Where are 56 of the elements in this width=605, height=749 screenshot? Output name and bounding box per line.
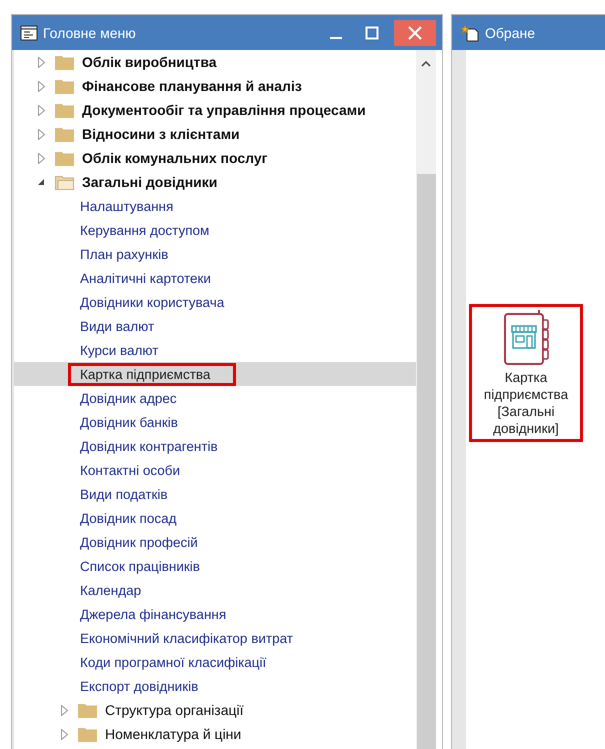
shop-notebook-icon <box>502 308 550 366</box>
maximize-icon[interactable] <box>364 24 380 40</box>
folder-icon <box>78 702 97 718</box>
tree-item[interactable]: Види валют <box>70 318 164 334</box>
tree-item[interactable]: Керування доступом <box>70 222 220 238</box>
menu-window-icon <box>20 24 38 40</box>
tree-item[interactable]: Довідник адрес <box>70 390 187 406</box>
tree-group[interactable]: Облік виробництва <box>82 54 217 70</box>
scrollbar-thumb[interactable] <box>416 174 436 749</box>
folder-icon <box>55 150 74 166</box>
folder-icon <box>55 78 74 94</box>
window-title: Обране <box>485 24 535 40</box>
open-folder-icon <box>55 174 74 190</box>
tree-item[interactable]: Курси валют <box>70 342 168 358</box>
tree-group[interactable]: Загальні довідники <box>82 174 218 190</box>
tree-item[interactable]: План рахунків <box>70 246 178 262</box>
tree-item[interactable]: Аналітичні картотеки <box>70 270 221 286</box>
scroll-up-icon[interactable] <box>421 60 431 67</box>
tree-item[interactable]: Контактні особи <box>70 462 190 478</box>
folder-icon <box>78 726 97 742</box>
expand-arrow-icon[interactable] <box>38 128 44 140</box>
tree-item[interactable]: Види податків <box>70 486 178 502</box>
tree-item[interactable]: Коди програмної класифікації <box>70 654 276 670</box>
window-title: Головне меню <box>43 24 136 40</box>
tree-subgroup[interactable]: Номенклатура й ціни <box>105 726 242 742</box>
expand-arrow-icon[interactable] <box>38 80 44 92</box>
tree-group[interactable]: Відносини з клієнтами <box>82 126 240 142</box>
expand-arrow-icon[interactable] <box>38 104 44 116</box>
tree-item[interactable]: Довідник банків <box>70 414 188 430</box>
expand-arrow-icon[interactable] <box>60 704 68 716</box>
folder-icon <box>55 102 74 118</box>
tree-group[interactable]: Документообіг та управління процесами <box>82 102 366 118</box>
tree-item[interactable]: Довідник контрагентів <box>70 438 228 454</box>
folder-icon <box>55 54 74 70</box>
folder-icon <box>55 126 74 142</box>
close-button[interactable] <box>394 20 436 46</box>
tree-item[interactable]: Джерела фінансування <box>70 606 236 622</box>
expand-arrow-icon[interactable] <box>60 728 68 740</box>
tree-subgroup[interactable]: Структура організації <box>105 702 244 718</box>
tree-item[interactable]: Довідник професій <box>70 534 208 550</box>
tree-item[interactable]: Довідник посад <box>70 510 186 526</box>
collapse-arrow-icon[interactable] <box>37 178 45 186</box>
tree-group[interactable]: Облік комунальних послуг <box>82 150 268 166</box>
tree-group[interactable]: Фінансове планування й аналіз <box>82 78 302 94</box>
expand-arrow-icon[interactable] <box>38 56 44 68</box>
expand-arrow-icon[interactable] <box>38 152 44 164</box>
scrollbar[interactable] <box>416 50 436 749</box>
star-document-icon <box>460 24 480 42</box>
tree-item[interactable]: Довідники користувача <box>70 294 234 310</box>
tree-item[interactable]: Список працівників <box>70 558 210 574</box>
tree-item[interactable]: Календар <box>70 582 152 598</box>
close-icon <box>407 24 423 40</box>
tree-item[interactable]: Налаштування <box>70 198 184 214</box>
tree-item[interactable]: Економічний класифікатор витрат <box>70 630 303 646</box>
favorite-tile[interactable]: Картка підприємства [Загальні довідники] <box>470 305 582 440</box>
tree-item[interactable]: Експорт довідників <box>70 678 208 694</box>
